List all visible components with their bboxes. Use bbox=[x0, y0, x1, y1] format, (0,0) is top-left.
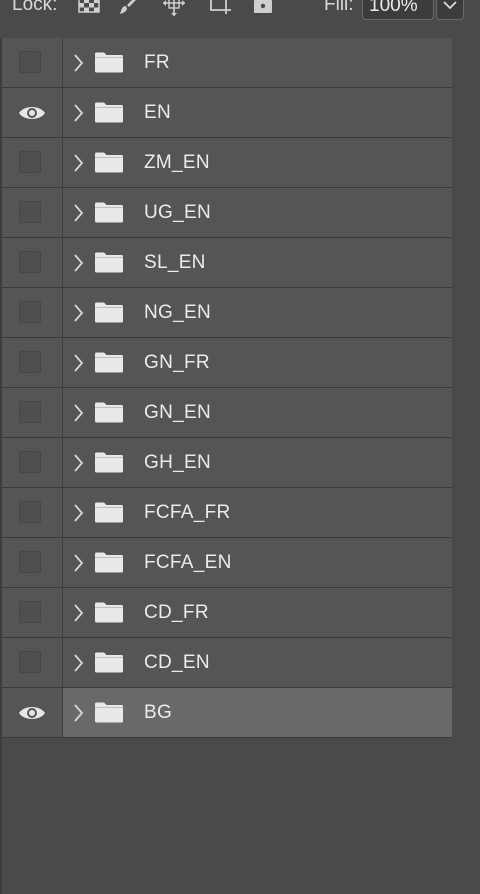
eye-icon[interactable] bbox=[18, 704, 46, 727]
chevron-right-icon[interactable] bbox=[72, 404, 84, 427]
lock-position-icon[interactable] bbox=[162, 0, 188, 18]
layer-row[interactable]: GN_EN bbox=[2, 388, 452, 438]
layer-name: FCFA_EN bbox=[144, 552, 232, 573]
lock-transparent-pixels-icon[interactable] bbox=[78, 0, 104, 18]
layer-name: CD_EN bbox=[144, 652, 210, 673]
visibility-checkbox[interactable] bbox=[19, 51, 41, 73]
chevron-right-icon[interactable] bbox=[72, 204, 84, 227]
lock-artboard-icon[interactable] bbox=[206, 0, 232, 18]
visibility-toggle[interactable] bbox=[2, 538, 63, 587]
visibility-checkbox[interactable] bbox=[19, 501, 41, 523]
folder-icon bbox=[94, 101, 124, 128]
folder-icon bbox=[94, 201, 124, 228]
visibility-toggle[interactable] bbox=[2, 88, 63, 137]
visibility-checkbox[interactable] bbox=[19, 651, 41, 673]
chevron-right-icon[interactable] bbox=[72, 504, 84, 527]
fill-dropdown-button[interactable] bbox=[436, 0, 464, 20]
visibility-checkbox[interactable] bbox=[19, 201, 41, 223]
folder-icon bbox=[94, 551, 124, 578]
layer-name: BG bbox=[144, 702, 173, 723]
visibility-toggle[interactable] bbox=[2, 688, 63, 737]
layer-name: SL_EN bbox=[144, 252, 206, 273]
visibility-toggle[interactable] bbox=[2, 188, 63, 237]
visibility-toggle[interactable] bbox=[2, 488, 63, 537]
folder-icon bbox=[94, 301, 124, 328]
lock-image-pixels-icon[interactable] bbox=[118, 0, 144, 18]
visibility-toggle[interactable] bbox=[2, 388, 63, 437]
chevron-right-icon[interactable] bbox=[72, 554, 84, 577]
layer-list-empty-area[interactable] bbox=[2, 738, 452, 894]
layer-row[interactable]: GN_FR bbox=[2, 338, 452, 388]
layer-name: GH_EN bbox=[144, 452, 211, 473]
visibility-checkbox[interactable] bbox=[19, 401, 41, 423]
visibility-toggle[interactable] bbox=[2, 338, 63, 387]
eye-icon[interactable] bbox=[18, 104, 46, 127]
layer-row[interactable]: CD_EN bbox=[2, 638, 452, 688]
visibility-toggle[interactable] bbox=[2, 588, 63, 637]
folder-icon bbox=[94, 351, 124, 378]
folder-icon bbox=[94, 51, 124, 78]
visibility-checkbox[interactable] bbox=[19, 251, 41, 273]
chevron-right-icon[interactable] bbox=[72, 154, 84, 177]
lock-label: Lock: bbox=[12, 0, 58, 15]
chevron-down-icon bbox=[443, 1, 457, 10]
layer-name: GN_FR bbox=[144, 352, 210, 373]
fill-label: Fill: bbox=[324, 0, 354, 15]
layer-row[interactable]: GH_EN bbox=[2, 438, 452, 488]
layer-name: FCFA_FR bbox=[144, 502, 231, 523]
visibility-toggle[interactable] bbox=[2, 238, 63, 287]
layer-list: FR EN ZM_EN UG_EN SL_EN NG_EN GN_FR GN_E… bbox=[2, 38, 452, 738]
folder-icon bbox=[94, 401, 124, 428]
layer-row[interactable]: FR bbox=[2, 38, 452, 88]
fill-input[interactable]: 100% bbox=[362, 0, 434, 20]
chevron-right-icon[interactable] bbox=[72, 104, 84, 127]
folder-icon bbox=[94, 501, 124, 528]
layer-name: GN_EN bbox=[144, 402, 211, 423]
layer-row[interactable]: NG_EN bbox=[2, 288, 452, 338]
layer-name: NG_EN bbox=[144, 302, 211, 323]
visibility-checkbox[interactable] bbox=[19, 301, 41, 323]
layer-row[interactable]: FCFA_FR bbox=[2, 488, 452, 538]
lock-all-icon[interactable] bbox=[252, 0, 278, 18]
visibility-toggle[interactable] bbox=[2, 438, 63, 487]
layer-name: ZM_EN bbox=[144, 152, 210, 173]
layer-name: EN bbox=[144, 102, 171, 123]
layer-name: CD_FR bbox=[144, 602, 209, 623]
chevron-right-icon[interactable] bbox=[72, 604, 84, 627]
visibility-checkbox[interactable] bbox=[19, 451, 41, 473]
layer-name: UG_EN bbox=[144, 202, 211, 223]
folder-icon bbox=[94, 701, 124, 728]
visibility-toggle[interactable] bbox=[2, 138, 63, 187]
layer-row[interactable]: BG bbox=[2, 688, 452, 738]
chevron-right-icon[interactable] bbox=[72, 704, 84, 727]
layer-name: FR bbox=[144, 52, 170, 73]
folder-icon bbox=[94, 651, 124, 678]
chevron-right-icon[interactable] bbox=[72, 654, 84, 677]
layers-panel: Lock: Fill: 100% FR EN ZM_EN UG_EN SL_EN… bbox=[0, 0, 480, 894]
chevron-right-icon[interactable] bbox=[72, 254, 84, 277]
visibility-toggle[interactable] bbox=[2, 638, 63, 687]
layer-row[interactable]: FCFA_EN bbox=[2, 538, 452, 588]
visibility-toggle[interactable] bbox=[2, 38, 63, 87]
layer-row[interactable]: SL_EN bbox=[2, 238, 452, 288]
folder-icon bbox=[94, 601, 124, 628]
chevron-right-icon[interactable] bbox=[72, 354, 84, 377]
folder-icon bbox=[94, 151, 124, 178]
visibility-checkbox[interactable] bbox=[19, 151, 41, 173]
folder-icon bbox=[94, 451, 124, 478]
layer-row[interactable]: CD_FR bbox=[2, 588, 452, 638]
chevron-right-icon[interactable] bbox=[72, 54, 84, 77]
folder-icon bbox=[94, 251, 124, 278]
visibility-checkbox[interactable] bbox=[19, 601, 41, 623]
panel-right-gutter bbox=[452, 38, 480, 894]
visibility-checkbox[interactable] bbox=[19, 351, 41, 373]
chevron-right-icon[interactable] bbox=[72, 304, 84, 327]
visibility-checkbox[interactable] bbox=[19, 551, 41, 573]
chevron-right-icon[interactable] bbox=[72, 454, 84, 477]
layer-row[interactable]: EN bbox=[2, 88, 452, 138]
layer-row[interactable]: UG_EN bbox=[2, 188, 452, 238]
lock-toolbar: Lock: Fill: 100% bbox=[0, 0, 480, 36]
layer-row[interactable]: ZM_EN bbox=[2, 138, 452, 188]
visibility-toggle[interactable] bbox=[2, 288, 63, 337]
